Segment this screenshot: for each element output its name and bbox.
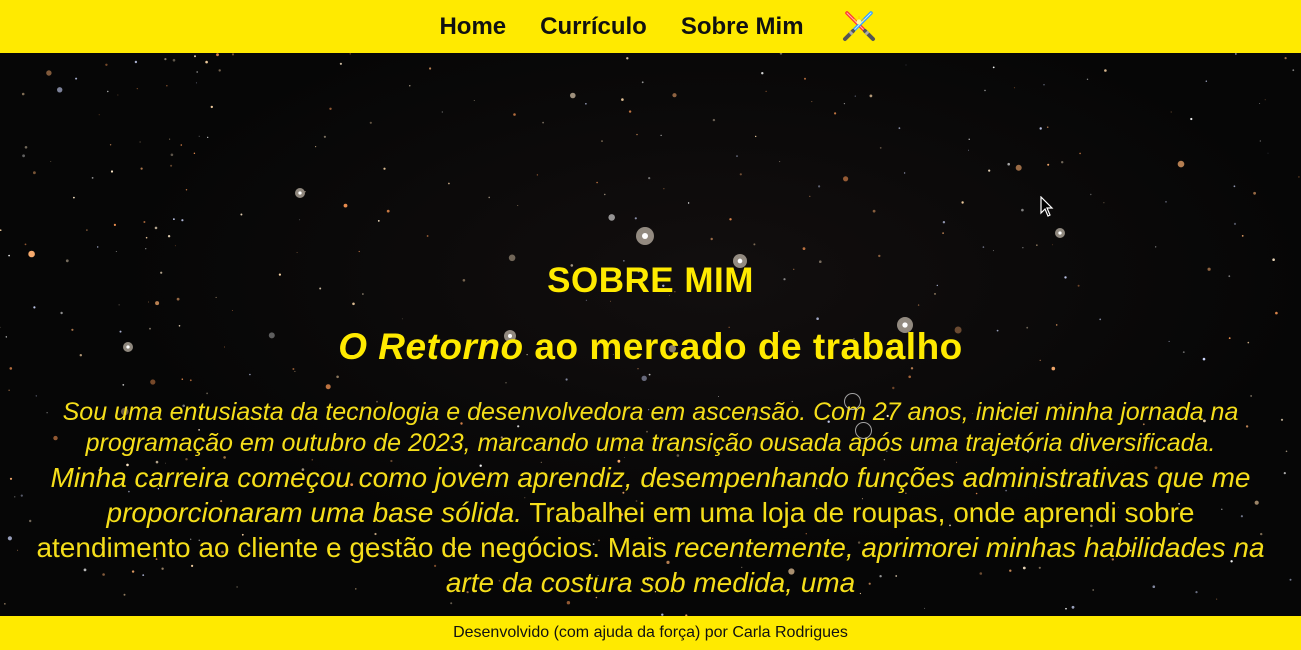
bio-text: Sou uma entusiasta da tecnologia e desen…: [30, 397, 1271, 600]
nav-home-link[interactable]: Home: [439, 13, 506, 41]
orbit-ring-icon: [844, 393, 861, 410]
bio-paragraph-1: Sou uma entusiasta da tecnologia e desen…: [62, 398, 1239, 457]
page: Home Currículo Sobre Mim SOBRE MIM O Ret…: [0, 0, 1301, 650]
nav-sobre-mim-link[interactable]: Sobre Mim: [681, 13, 804, 41]
page-title: SOBRE MIM: [547, 261, 754, 300]
subtitle-rest: ao mercado de trabalho: [534, 326, 963, 367]
nav-curriculo-link[interactable]: Currículo: [540, 13, 647, 41]
footer-credit: Desenvolvido (com ajuda da força) por Ca…: [453, 624, 848, 641]
orbit-ring-icon: [855, 422, 872, 439]
bio-paragraph-2: Minha carreira começou como jovem aprend…: [30, 460, 1271, 600]
top-nav: Home Currículo Sobre Mim: [0, 0, 1301, 53]
mouse-cursor-icon: [1040, 196, 1054, 217]
page-subtitle: O Retorno ao mercado de trabalho: [0, 326, 1301, 368]
about-section: SOBRE MIM O Retorno ao mercado de trabal…: [0, 53, 1301, 616]
lightsaber-icon[interactable]: [839, 7, 879, 47]
footer: Desenvolvido (com ajuda da força) por Ca…: [0, 616, 1301, 650]
subtitle-italic: O Retorno: [338, 326, 524, 367]
